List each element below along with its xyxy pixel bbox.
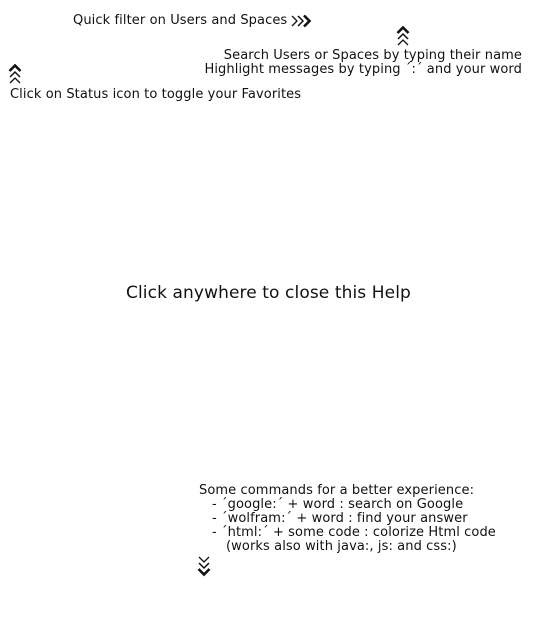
triple-chevron-up-icon [396,26,410,46]
triple-chevron-down-icon [197,556,211,577]
commands-help: Some commands for a better experience: -… [199,484,496,554]
triple-chevron-right-icon [291,14,312,28]
command-note: (works also with java:, js: and css:) [226,539,457,554]
commands-title: Some commands for a better experience: [199,483,475,498]
command-google: - ´google:´ + word : search on Google [212,497,464,512]
command-html: - ´html:´ + some code : colorize Html co… [212,525,496,540]
quick-filter-hint: Quick filter on Users and Spaces [73,13,288,28]
status-hint: Click on Status icon to toggle your Favo… [10,87,302,102]
command-wolfram: - ´wolfram:´ + word : find your answer [212,511,468,526]
help-overlay[interactable]: Quick filter on Users and Spaces Search … [0,0,533,644]
highlight-hint: Highlight messages by typing ´:´ and you… [204,62,522,77]
triple-chevron-up-icon [8,64,22,84]
close-help-hint: Click anywhere to close this Help [126,283,411,303]
search-hint: Search Users or Spaces by typing their n… [223,48,522,63]
